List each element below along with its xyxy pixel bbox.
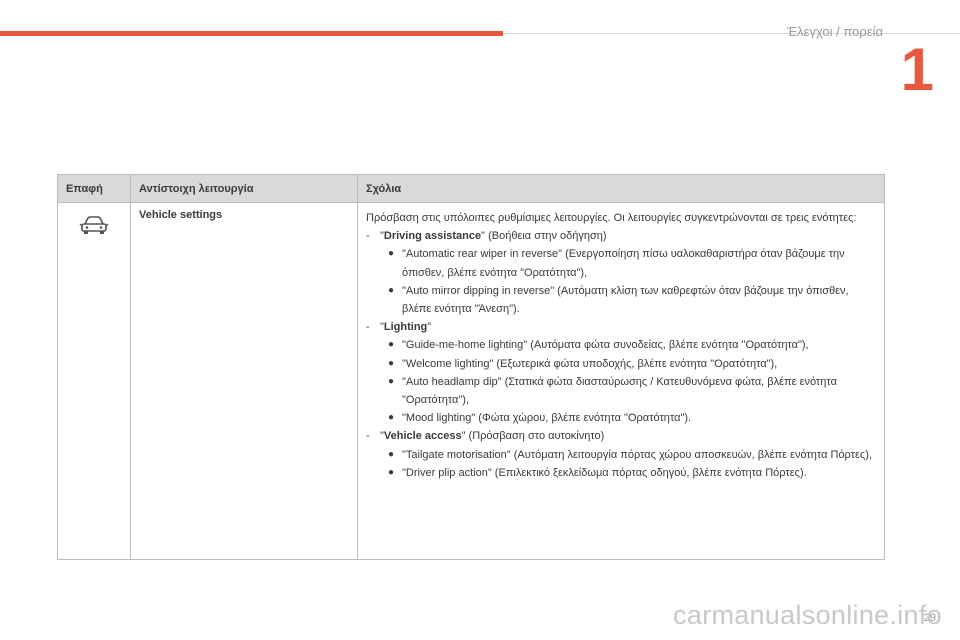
functions-table: Επαφή Αντίστοιχη λειτουργία Σχόλια Vehic… <box>57 174 885 560</box>
table-row: Vehicle settings Πρόσβαση στις υπόλοιπες… <box>57 202 885 560</box>
column-header-comments: Σχόλια <box>357 174 885 203</box>
section-name: Driving assistance <box>383 230 482 243</box>
watermark: carmanualsonline.info <box>673 600 942 630</box>
list-item: ● "Automatic rear wiper in reverse" (Ενερ… <box>388 248 845 279</box>
header-rule <box>503 33 960 34</box>
section-heading: - "Vehicle access" (Πρόσβαση στο αυτοκίνη… <box>366 430 605 443</box>
chapter-title: Έλεγχοι / πορεία <box>786 24 883 39</box>
chapter-number: 1 <box>900 36 934 103</box>
section-name: Vehicle access <box>383 430 462 443</box>
function-name: Vehicle settings <box>130 202 358 560</box>
icon-cell <box>57 202 131 560</box>
list-item: ● "Auto mirror dipping in reverse" (Αυτόμ… <box>388 284 849 316</box>
list-item: ● "Auto headlamp dip" (Στατικά φώτα διαστ… <box>388 375 837 407</box>
list-item: ● "Tailgate motorisation" (Αυτόματη λειτο… <box>388 448 872 461</box>
column-header-contact: Επαφή <box>57 174 131 203</box>
list-item: ● "Mood lighting" (Φώτα χώρου, βλέπε ενότ… <box>388 412 692 425</box>
section-name: Lighting <box>383 321 428 334</box>
comments-cell: Πρόσβαση στις υπόλοιπες ρυθμίσιμες λειτο… <box>357 202 885 560</box>
intro-text: Πρόσβαση στις υπόλοιπες ρυθμίσιμες λειτο… <box>366 212 857 224</box>
list-item: ● "Guide-me-home lighting" (Αυτόματα φώτα… <box>388 339 809 352</box>
column-header-function: Αντίστοιχη λειτουργία <box>130 174 358 203</box>
table-header-row: Επαφή Αντίστοιχη λειτουργία Σχόλια <box>57 174 885 203</box>
car-front-icon <box>79 216 109 238</box>
list-item: ● "Driver plip action" (Επιλεκτικό ξεκλεί… <box>388 466 807 479</box>
list-item: ● "Welcome lighting" (Εξωτερικά φώτα υποδ… <box>388 357 778 370</box>
section-heading: - "Lighting" <box>366 321 432 334</box>
section-heading: - "Driving assistance" (Βοήθεια στην οδήγ… <box>366 230 607 243</box>
accent-bar <box>0 31 503 36</box>
